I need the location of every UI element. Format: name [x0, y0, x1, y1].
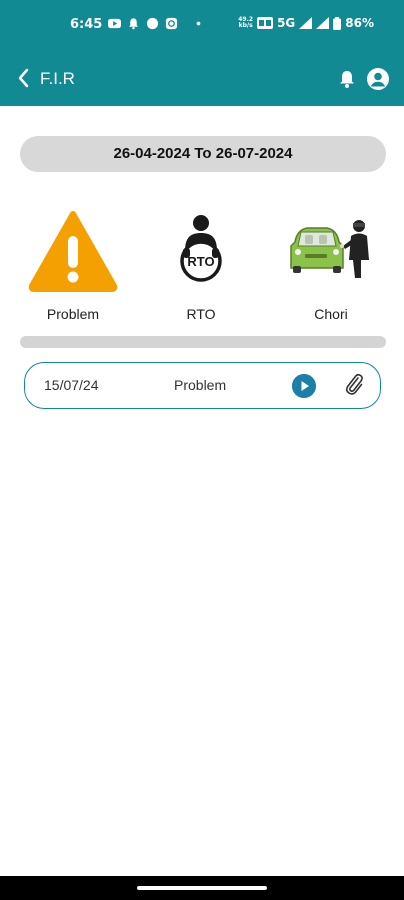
section-divider — [20, 336, 386, 348]
account-icon[interactable] — [366, 67, 390, 91]
signal-icon — [299, 17, 313, 29]
list-item[interactable]: 15/07/24 Problem — [24, 362, 381, 409]
page-title: F.I.R — [40, 69, 75, 88]
car-theft-icon — [290, 220, 369, 278]
category-label: Chori — [314, 306, 348, 322]
net-speed: 49.2 kb/s — [238, 16, 254, 29]
category-rto[interactable]: RTO RTO — [146, 208, 256, 322]
category-label: RTO — [186, 306, 216, 322]
volte-icon — [257, 17, 274, 29]
date-range-filter[interactable]: 26-04-2024 To 26-07-2024 — [20, 136, 386, 172]
attachment-icon[interactable] — [343, 372, 365, 396]
category-problem[interactable]: Problem — [18, 208, 128, 322]
back-arrow-icon[interactable] — [12, 66, 36, 90]
status-time: 6:45 — [70, 17, 103, 32]
status-bar: 6:45 49.2 kb/s 5G 86% — [0, 0, 404, 52]
rto-icon: RTO — [180, 215, 222, 282]
record-type: Problem — [174, 377, 227, 393]
app-icon — [165, 17, 178, 30]
status-right: 49.2 kb/s 5G 86% — [238, 16, 374, 30]
category-label: Problem — [46, 306, 100, 322]
warning-icon — [28, 211, 118, 292]
app-bar: F.I.R — [0, 52, 404, 106]
dot-icon — [196, 21, 201, 26]
play-icon[interactable] — [292, 374, 316, 398]
home-gesture-handle[interactable] — [137, 886, 267, 890]
svg-text:RTO: RTO — [187, 254, 214, 269]
youtube-icon — [108, 18, 121, 29]
notification-icons — [108, 17, 205, 30]
battery-icon — [333, 16, 342, 30]
signal-icon-2 — [316, 17, 330, 29]
bell-small-icon — [128, 18, 139, 30]
circle-icon — [146, 17, 159, 30]
system-nav-bar — [0, 876, 404, 900]
network-type: 5G — [277, 16, 296, 30]
bell-icon[interactable] — [336, 68, 358, 90]
battery-level: 86% — [345, 16, 374, 30]
category-chori[interactable]: Chori — [276, 208, 386, 322]
record-date: 15/07/24 — [44, 377, 99, 393]
